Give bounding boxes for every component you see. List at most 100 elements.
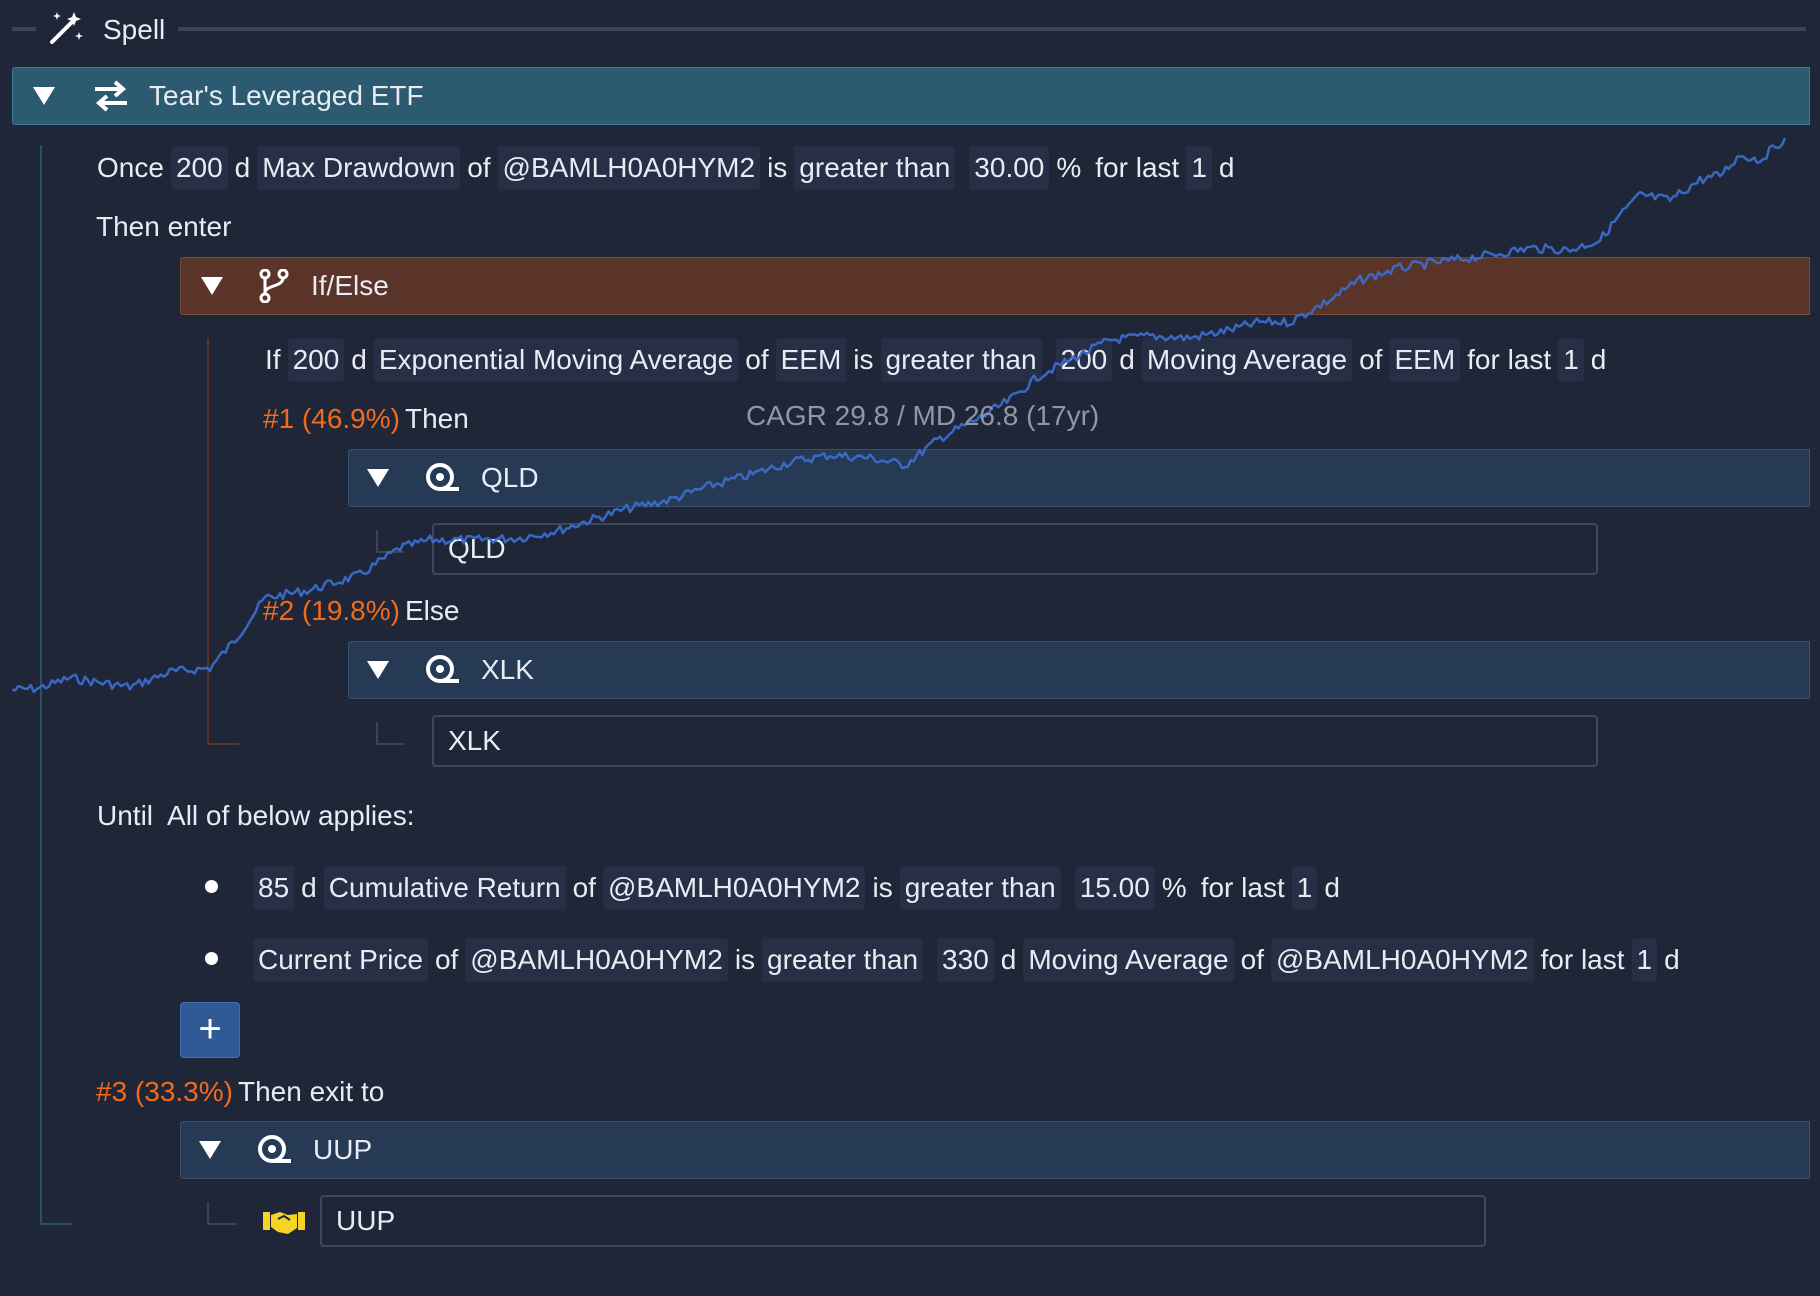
plus-icon: + xyxy=(198,1007,222,1051)
ifelse-collapse-toggle[interactable] xyxy=(201,277,223,295)
u2-is-label: is xyxy=(734,944,756,975)
once-comparator-select[interactable]: greater than xyxy=(794,146,956,190)
u2-comparator-select[interactable]: greater than xyxy=(762,938,924,982)
uup-asset-title: UUP xyxy=(313,1134,373,1165)
once-lookback-unit: d xyxy=(1218,152,1235,183)
if-compare-period-unit: d xyxy=(1119,344,1135,375)
xlk-asset-title: XLK xyxy=(481,654,534,685)
u1-comparator-select[interactable]: greater than xyxy=(899,866,1061,910)
qld-asset-title: QLD xyxy=(481,462,539,493)
swap-arrows-icon xyxy=(95,80,127,112)
if-for-last-label: for last xyxy=(1467,344,1552,375)
u2-compare-ticker-select[interactable]: @BAMLH0A0HYM2 xyxy=(1270,938,1534,982)
qld-ticker-input[interactable] xyxy=(432,523,1598,575)
exit-label: Then exit to xyxy=(238,1076,385,1107)
magic-wand-icon xyxy=(50,12,83,44)
once-ticker-select[interactable]: @BAMLH0A0HYM2 xyxy=(497,146,761,190)
tree-line-qld xyxy=(376,530,378,552)
exit-tag: #3 (33.3%) xyxy=(96,1076,233,1107)
then-branch-label: Then xyxy=(405,403,469,434)
once-of-label: of xyxy=(467,152,491,183)
ifelse-title: If/Else xyxy=(311,270,389,301)
until-condition-row-1: 85 d Cumulative Return of @BAMLH0A0HYM2 … xyxy=(253,865,1347,911)
u2-lookback-unit: d xyxy=(1664,944,1680,975)
add-condition-button[interactable]: + xyxy=(180,1002,240,1058)
if-indicator-select[interactable]: Exponential Moving Average xyxy=(373,338,739,382)
collapse-toggle[interactable] xyxy=(33,87,55,105)
u1-ticker-select[interactable]: @BAMLH0A0HYM2 xyxy=(602,866,866,910)
if-period-unit: d xyxy=(351,344,367,375)
u2-compare-of-label: of xyxy=(1240,944,1264,975)
handshake-icon xyxy=(263,1212,305,1234)
until-mode-select[interactable]: All of below applies: xyxy=(160,794,421,838)
if-of-label: of xyxy=(745,344,769,375)
qld-asset-bar[interactable]: QLD xyxy=(348,449,1810,507)
once-condition-row: Once 200 d Max Drawdown of @BAMLH0A0HYM2… xyxy=(90,145,1241,191)
u2-of-label: of xyxy=(434,944,459,975)
then-enter-label: Then enter xyxy=(96,211,232,242)
until-bullet-2 xyxy=(205,952,218,965)
u2-ticker-select[interactable]: @BAMLH0A0HYM2 xyxy=(465,938,728,982)
coin-icon xyxy=(258,1135,291,1163)
u2-indicator-select[interactable]: Current Price xyxy=(253,938,428,982)
if-period-value[interactable]: 200 xyxy=(287,338,345,382)
header-line-right xyxy=(178,27,1806,31)
u1-for-last-label: for last xyxy=(1200,872,1285,903)
u1-of-label: of xyxy=(572,872,596,903)
xlk-asset-bar[interactable]: XLK xyxy=(348,641,1810,699)
if-lookback-value[interactable]: 1 xyxy=(1558,338,1584,382)
u1-period-value[interactable]: 85 xyxy=(253,866,295,910)
else-branch-label: Else xyxy=(405,595,460,626)
u1-lookback-unit: d xyxy=(1324,872,1340,903)
if-ticker-select[interactable]: EEM xyxy=(775,338,847,382)
once-label: Once xyxy=(97,152,164,183)
u1-period-unit: d xyxy=(301,872,317,903)
coin-icon xyxy=(426,655,459,683)
if-compare-indicator-select[interactable]: Moving Average xyxy=(1141,338,1353,382)
once-threshold-value[interactable]: 30.00 xyxy=(969,146,1050,190)
tree-line-uup xyxy=(207,1202,209,1224)
main-block-bar[interactable]: Tear's Leveraged ETF xyxy=(12,67,1810,125)
until-condition-row-2: Current Price of @BAMLH0A0HYM2 is greate… xyxy=(253,937,1687,983)
u1-indicator-select[interactable]: Cumulative Return xyxy=(323,866,566,910)
tree-line-main xyxy=(40,145,42,1225)
main-block-title: Tear's Leveraged ETF xyxy=(149,80,424,111)
if-compare-period-value[interactable]: 200 xyxy=(1055,338,1113,382)
header-line-left xyxy=(12,27,36,31)
uup-ticker-input[interactable] xyxy=(320,1195,1486,1247)
else-branch-tag: #2 (19.8%) xyxy=(263,595,400,626)
once-indicator-select[interactable]: Max Drawdown xyxy=(257,146,461,190)
tree-line-qld-end xyxy=(376,551,404,553)
u1-threshold-unit: % xyxy=(1161,872,1187,903)
u1-lookback-value[interactable]: 1 xyxy=(1291,866,1318,910)
tree-line-xlk-end xyxy=(376,743,404,745)
tree-line-ifelse xyxy=(207,338,209,744)
if-compare-ticker-select[interactable]: EEM xyxy=(1389,338,1461,382)
xlk-ticker-input[interactable] xyxy=(432,715,1598,767)
performance-stats-label: CAGR 29.8 / MD 26.8 (17yr) xyxy=(746,400,1100,431)
uup-asset-bar[interactable]: UUP xyxy=(180,1121,1810,1179)
uup-collapse-toggle[interactable] xyxy=(199,1141,221,1159)
ifelse-bar[interactable]: If/Else xyxy=(180,257,1810,315)
then-branch-tag: #1 (46.9%) xyxy=(263,403,400,434)
once-period-value[interactable]: 200 xyxy=(170,146,228,190)
if-comparator-select[interactable]: greater than xyxy=(880,338,1042,382)
u2-lookback-value[interactable]: 1 xyxy=(1631,938,1658,982)
tree-line-uup-end xyxy=(207,1223,237,1225)
once-is-label: is xyxy=(767,152,788,183)
header-title: Spell xyxy=(103,14,166,45)
if-condition-row: If 200 d Exponential Moving Average of E… xyxy=(258,337,1613,383)
if-is-label: is xyxy=(853,344,874,375)
once-for-last-label: for last xyxy=(1095,152,1180,183)
xlk-collapse-toggle[interactable] xyxy=(367,661,389,679)
coin-icon xyxy=(426,463,459,491)
qld-collapse-toggle[interactable] xyxy=(367,469,389,487)
u2-compare-period-unit: d xyxy=(1000,944,1017,975)
u2-compare-indicator-select[interactable]: Moving Average xyxy=(1023,938,1234,982)
u1-threshold-value[interactable]: 15.00 xyxy=(1074,866,1155,910)
once-lookback-value[interactable]: 1 xyxy=(1186,146,1212,190)
u2-compare-period-value[interactable]: 330 xyxy=(937,938,994,982)
u1-is-label: is xyxy=(872,872,893,903)
once-threshold-unit: % xyxy=(1056,152,1082,183)
branch-icon xyxy=(259,269,289,303)
